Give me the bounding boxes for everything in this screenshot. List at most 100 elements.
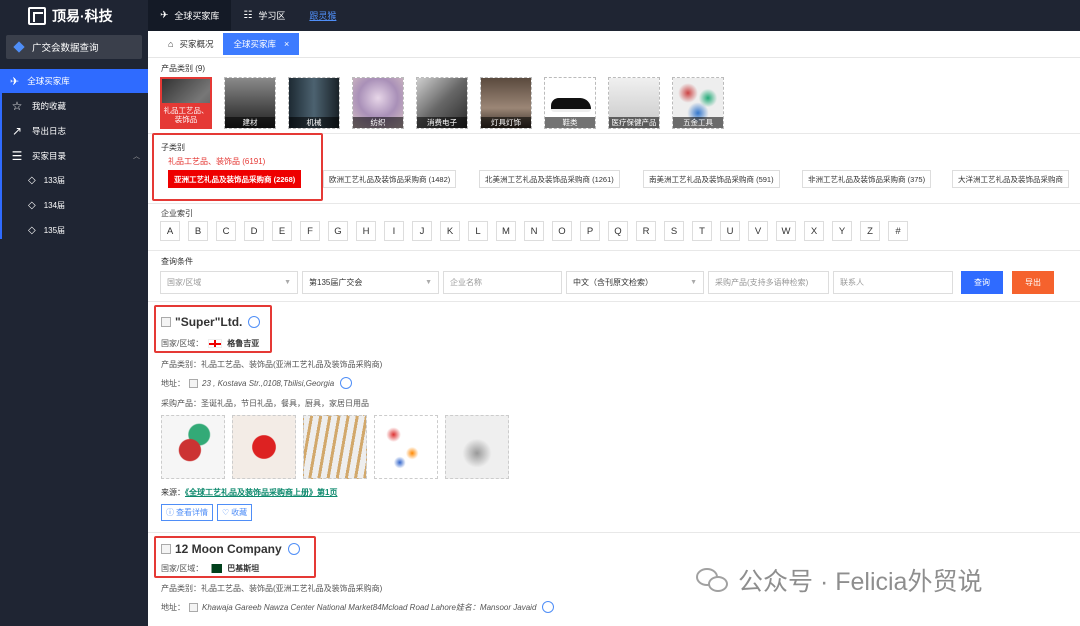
product-cat-label: 医疗保健产品: [609, 117, 659, 128]
product-cat-medical[interactable]: 医疗保健产品: [608, 77, 660, 129]
letter-i[interactable]: I: [384, 221, 404, 241]
tag-icon: ◇: [28, 225, 36, 236]
letter-w[interactable]: W: [776, 221, 796, 241]
session-select[interactable]: 第135届广交会 ▼: [302, 271, 439, 294]
sidebar-item-export-log[interactable]: ↗ 导出日志: [0, 118, 148, 143]
subcat-chip-oceania[interactable]: 大洋洲工艺礼品及装饰品采购商: [952, 170, 1069, 188]
divider: [148, 250, 1080, 251]
close-icon[interactable]: ×: [284, 39, 289, 49]
letter-l[interactable]: L: [468, 221, 488, 241]
chevron-down-icon: ▼: [690, 279, 697, 286]
letter-v[interactable]: V: [748, 221, 768, 241]
letter-f[interactable]: F: [300, 221, 320, 241]
letter-j[interactable]: J: [412, 221, 432, 241]
letter-y[interactable]: Y: [832, 221, 852, 241]
product-cat-hardware[interactable]: 五金工具: [672, 77, 724, 129]
dept-selector[interactable]: 广交会数据查询: [6, 35, 142, 59]
company-name-input[interactable]: 企业名称: [443, 271, 562, 294]
map-icon[interactable]: [340, 377, 353, 389]
sidebar-sub-135[interactable]: ◇ 135届: [0, 218, 148, 243]
subcat-chip-south-america[interactable]: 南美洲工艺礼品及装饰品采购商 (591): [643, 170, 780, 188]
tab-global-buyers[interactable]: 全球买家库 ×: [223, 33, 300, 55]
product-thumbnail[interactable]: [303, 415, 367, 479]
product-thumbnails: [161, 415, 516, 479]
language-select[interactable]: 中文（含刊原文检索） ▼: [566, 271, 704, 294]
product-thumbnail[interactable]: [161, 415, 225, 479]
letter-c[interactable]: C: [216, 221, 236, 241]
favorite-button[interactable]: ♡ 收藏: [217, 504, 253, 521]
sidebar-item-global-buyers[interactable]: ✈ 全球买家库: [0, 69, 148, 93]
list-icon: ☰: [11, 148, 23, 163]
share-icon[interactable]: [248, 316, 261, 328]
product-thumbnail[interactable]: [445, 415, 509, 479]
wechat-icon: [696, 566, 730, 594]
letter-s[interactable]: S: [664, 221, 684, 241]
sidebar-sub-133[interactable]: ◇ 133届: [0, 168, 148, 193]
letter-g[interactable]: G: [328, 221, 348, 241]
topnav-label: 学习区: [258, 11, 286, 21]
view-details-button[interactable]: ⓘ 查看详情: [161, 504, 213, 521]
letter-h[interactable]: H: [356, 221, 376, 241]
letter-e[interactable]: E: [272, 221, 292, 241]
sidebar-item-favorites[interactable]: ☆ 我的收藏: [0, 93, 148, 118]
product-cat-machinery[interactable]: 机械: [288, 77, 340, 129]
product-input[interactable]: 采购产品(支持多语种检索): [708, 271, 829, 294]
subcat-chip-north-america[interactable]: 北美洲工艺礼品及装饰品采购商 (1261): [479, 170, 620, 188]
letter-t[interactable]: T: [692, 221, 712, 241]
source-link[interactable]: 《全球工艺礼品及装饰品采购商上册》第1页: [185, 488, 337, 497]
letter-d[interactable]: D: [244, 221, 264, 241]
subcat-chip-asia[interactable]: 亚洲工艺礼品及装饰品采购商 (2268): [168, 170, 302, 188]
subcat-chip-africa[interactable]: 非洲工艺礼品及装饰品采购商 (375): [802, 170, 932, 188]
contact-input[interactable]: 联系人: [833, 271, 953, 294]
letter-hash[interactable]: #: [888, 221, 908, 241]
product-cat-shoes[interactable]: 鞋类: [544, 77, 596, 129]
product-thumbnail[interactable]: [374, 415, 438, 479]
product-cat-lighting[interactable]: 灯具灯饰: [480, 77, 532, 129]
letter-k[interactable]: K: [440, 221, 460, 241]
product-cat-textile[interactable]: 纺织: [352, 77, 404, 129]
topnav-link[interactable]: 跟灵猴: [297, 0, 348, 31]
product-cat-gifts[interactable]: 礼品工艺品、装饰品: [160, 77, 212, 129]
product-cats-row: 礼品工艺品、装饰品 建材 机械 纺织 消费电子 灯具灯饰 鞋类 医疗保健产品 五…: [160, 77, 736, 129]
tab-buyer-overview[interactable]: ⌂ 买家概况: [158, 33, 223, 55]
company-name[interactable]: "Super"Ltd.: [161, 315, 261, 329]
country-select-value: 国家/区域: [167, 278, 202, 287]
country-label: 国家/区域：: [161, 339, 204, 348]
map-icon[interactable]: [542, 601, 555, 613]
product-thumbnail[interactable]: [232, 415, 296, 479]
letter-o[interactable]: O: [552, 221, 572, 241]
info-icon: ⓘ: [166, 508, 174, 517]
sidebar-item-catalog[interactable]: ☰ 买家目录 ︿: [0, 143, 148, 168]
filters-label: 查询条件: [161, 257, 193, 266]
letter-n[interactable]: N: [524, 221, 544, 241]
tab-label: 全球买家库: [233, 39, 276, 49]
contact-placeholder: 联系人: [840, 278, 864, 287]
letter-index: A B C D E F G H I J K L M N O P Q R S T U V W X Y Z #: [160, 221, 916, 241]
topnav-buyer-db[interactable]: ✈ 全球买家库: [148, 0, 232, 31]
letter-q[interactable]: Q: [608, 221, 628, 241]
logo[interactable]: 顶易·科技: [0, 0, 148, 31]
product-cat-building[interactable]: 建材: [224, 77, 276, 129]
share-icon[interactable]: [287, 543, 300, 555]
filter-bar: 国家/区域 ▼ 第135届广交会 ▼ 企业名称 中文（含刊原文检索） ▼ 采购产品(支…: [160, 271, 1054, 294]
product-cat-electronics[interactable]: 消费电子: [416, 77, 468, 129]
company-name[interactable]: 12 Moon Company: [161, 542, 300, 556]
letter-z[interactable]: Z: [860, 221, 880, 241]
letter-m[interactable]: M: [496, 221, 516, 241]
sidebar-sub-134[interactable]: ◇ 134届: [0, 193, 148, 218]
product-cat-label: 鞋类: [545, 117, 595, 128]
company-source: 来源：《全球工艺礼品及装饰品采购商上册》第1页: [161, 487, 337, 498]
letter-u[interactable]: U: [720, 221, 740, 241]
plane-icon: ✈: [10, 75, 20, 88]
search-button[interactable]: 查询: [961, 271, 1003, 294]
letter-r[interactable]: R: [636, 221, 656, 241]
letter-b[interactable]: B: [188, 221, 208, 241]
subcat-chip-europe[interactable]: 欧洲工艺礼品及装饰品采购商 (1482): [323, 170, 457, 188]
country-select[interactable]: 国家/区域 ▼: [160, 271, 298, 294]
topnav-learning[interactable]: ☷ 学习区: [231, 0, 297, 31]
letter-x[interactable]: X: [804, 221, 824, 241]
export-button[interactable]: 导出: [1012, 271, 1054, 294]
letter-a[interactable]: A: [160, 221, 180, 241]
letter-p[interactable]: P: [580, 221, 600, 241]
sidebar-item-label: 导出日志: [32, 125, 67, 136]
